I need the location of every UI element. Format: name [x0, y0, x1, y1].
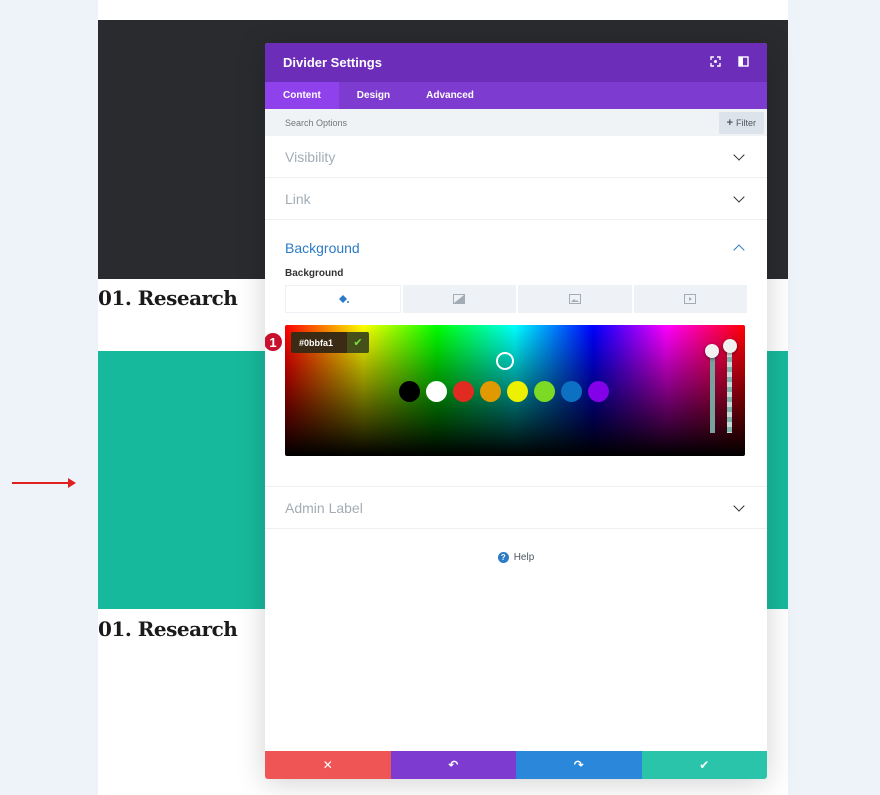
research-heading: 01. Research: [98, 617, 238, 641]
help-icon: ?: [497, 551, 509, 563]
undo-button[interactable]: ↶: [390, 751, 516, 779]
step-badge: 1: [265, 331, 284, 353]
section-background: Background Background 1 ✔: [265, 220, 767, 487]
section-title: Link: [285, 190, 311, 207]
pointer-arrow-icon: [12, 478, 76, 488]
chevron-up-icon: [733, 244, 745, 256]
modal-header: Divider Settings: [265, 43, 767, 82]
color-swatch[interactable]: [399, 381, 420, 402]
filter-button[interactable]: + Filter: [718, 111, 764, 134]
color-swatch[interactable]: [480, 381, 501, 402]
tab-advanced[interactable]: Advanced: [408, 82, 492, 109]
section-link[interactable]: Link: [265, 178, 767, 220]
modal-footer: ✕ ↶ ↷ ✔: [265, 751, 767, 779]
redo-button[interactable]: ↷: [516, 751, 642, 779]
gradient-icon[interactable]: [402, 285, 516, 313]
image-icon[interactable]: [518, 285, 632, 313]
hue-slider-handle[interactable]: [705, 344, 719, 358]
background-type-tabs: [285, 285, 747, 313]
save-button[interactable]: ✔: [641, 751, 767, 779]
video-icon[interactable]: [633, 285, 747, 313]
hex-input[interactable]: [291, 332, 347, 353]
help-link[interactable]: ? Help: [265, 529, 767, 585]
search-input[interactable]: [285, 117, 719, 128]
tab-content[interactable]: Content: [265, 82, 339, 109]
background-field-label: Background: [285, 268, 344, 279]
color-swatch[interactable]: [453, 381, 474, 402]
divider-settings-modal: Divider Settings Content Design Advanced…: [265, 43, 767, 779]
section-title: Admin Label: [285, 499, 363, 516]
color-fill-icon[interactable]: [285, 285, 401, 313]
cancel-button[interactable]: ✕: [265, 751, 391, 779]
chevron-down-icon: [733, 499, 745, 512]
modal-title: Divider Settings: [283, 55, 382, 70]
color-swatch[interactable]: [561, 381, 582, 402]
opacity-slider-handle[interactable]: [723, 339, 737, 353]
color-swatch[interactable]: [426, 381, 447, 402]
color-swatch[interactable]: [507, 381, 528, 402]
fullscreen-icon[interactable]: [709, 55, 721, 70]
hex-field: ✔: [291, 332, 369, 353]
checkmark-icon[interactable]: ✔: [347, 332, 369, 353]
swatch-row: [399, 381, 609, 402]
sidebar-toggle-icon[interactable]: [737, 55, 749, 70]
search-bar: + Filter: [265, 109, 767, 136]
section-title: Background: [285, 240, 360, 256]
research-heading: 01. Research: [98, 286, 238, 310]
swatch-palette: [265, 381, 767, 402]
tab-design[interactable]: Design: [339, 82, 408, 109]
section-visibility[interactable]: Visibility: [265, 136, 767, 178]
chevron-down-icon: [733, 148, 745, 161]
chevron-down-icon: [733, 190, 745, 203]
saturation-handle[interactable]: [496, 352, 514, 370]
color-swatch[interactable]: [534, 381, 555, 402]
section-title: Visibility: [285, 148, 336, 165]
plus-icon: +: [726, 116, 733, 129]
settings-tabs: Content Design Advanced: [265, 82, 767, 109]
filter-label: Filter: [736, 117, 756, 128]
color-swatch[interactable]: [588, 381, 609, 402]
help-label: Help: [513, 551, 535, 563]
section-admin-label[interactable]: Admin Label: [265, 487, 767, 529]
